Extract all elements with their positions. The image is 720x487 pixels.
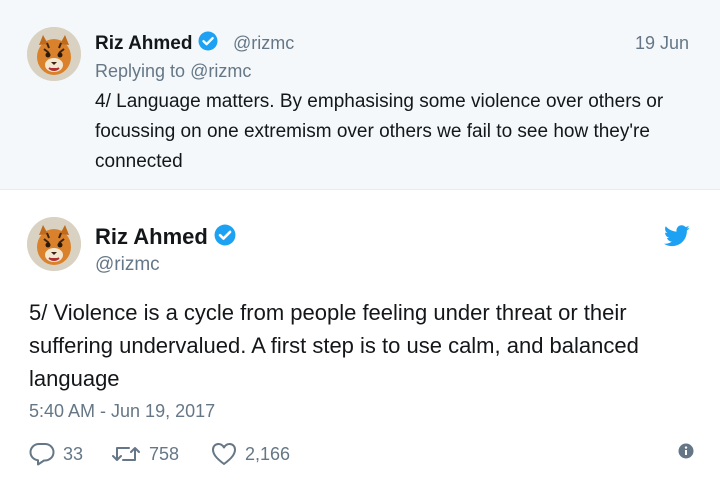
tweet-text: 5/ Violence is a cycle from people feeli… xyxy=(29,300,639,391)
verified-badge-icon xyxy=(198,31,218,57)
heart-icon xyxy=(212,443,236,465)
verified-badge-icon xyxy=(214,224,236,252)
reply-button[interactable]: 33 xyxy=(29,440,83,468)
reply-bubble-icon xyxy=(29,443,55,466)
twitter-bird-icon[interactable] xyxy=(664,225,690,252)
parent-tweet-text: 4/ Language matters. By emphasising some… xyxy=(95,91,664,172)
avatar[interactable] xyxy=(27,217,81,271)
tiger-avatar-icon xyxy=(27,27,81,81)
like-count: 2,166 xyxy=(245,443,291,464)
author-name-text[interactable]: Riz Ahmed xyxy=(95,33,192,54)
author-handle[interactable]: @rizmc xyxy=(233,33,294,54)
retweet-button[interactable]: 758 xyxy=(111,440,179,468)
like-button[interactable]: 2,166 xyxy=(211,440,290,468)
author-handle[interactable]: @rizmc xyxy=(95,254,160,276)
author-name-text[interactable]: Riz Ahmed xyxy=(95,224,208,249)
tweet-actions: 33 758 2,166 xyxy=(29,440,694,468)
author-name[interactable]: Riz Ahmed xyxy=(95,31,218,57)
author-name[interactable]: Riz Ahmed xyxy=(95,224,236,252)
replying-to-line: Replying to @rizmc xyxy=(95,61,251,82)
tiger-avatar-icon xyxy=(27,217,81,271)
replying-to-link[interactable]: @rizmc xyxy=(190,61,251,81)
tweet-timestamp[interactable]: 5:40 AM - Jun 19, 2017 xyxy=(29,401,215,422)
parent-tweet[interactable]: Riz Ahmed @rizmc 19 Jun Replying to @riz… xyxy=(0,0,720,190)
retweet-count: 758 xyxy=(149,443,180,464)
tweet-date[interactable]: 19 Jun xyxy=(635,33,689,54)
retweet-icon xyxy=(112,447,140,461)
replying-prefix: Replying to xyxy=(95,61,186,81)
info-icon[interactable] xyxy=(678,443,694,464)
avatar[interactable] xyxy=(27,27,81,81)
reply-count: 33 xyxy=(63,443,84,464)
